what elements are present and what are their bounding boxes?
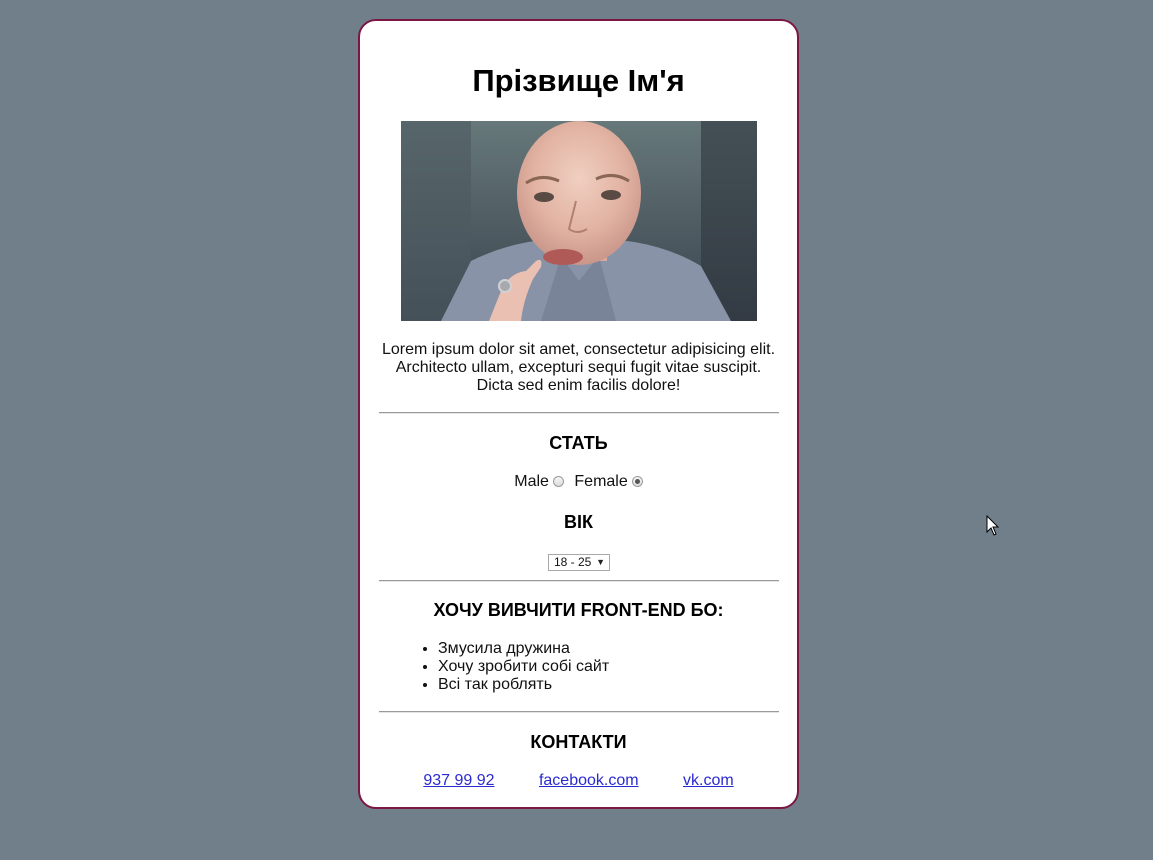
profile-card: Прізвище Ім'я Lorem ipsum dolor sit amet…: [358, 19, 799, 809]
reasons-heading: ХОЧУ ВИВЧИТИ FRONT-END БО:: [433, 600, 724, 620]
photo-image: [401, 121, 757, 321]
reasons-list: Змусила дружина Хочу зробити собі сайт В…: [420, 640, 609, 694]
gender-options: Male Female: [360, 472, 797, 492]
age-select-value: 18 - 25: [554, 555, 592, 569]
list-item: Змусила дружина: [438, 640, 609, 658]
list-item: Хочу зробити собі сайт: [438, 658, 609, 676]
facebook-link[interactable]: facebook.com: [539, 772, 639, 789]
gender-option-label: Male: [514, 473, 549, 490]
description-text: Lorem ipsum dolor sit amet, consectetur …: [381, 341, 776, 394]
contacts-links: 937 99 92 facebook.com vk.com: [360, 771, 797, 791]
gender-heading: СТАТЬ: [549, 433, 608, 453]
phone-link[interactable]: 937 99 92: [423, 772, 494, 789]
vk-link[interactable]: vk.com: [683, 772, 734, 789]
divider: [379, 412, 779, 414]
gender-option-label: Female: [574, 473, 628, 490]
profile-photo: [401, 121, 757, 321]
gender-option-male[interactable]: Male: [514, 472, 564, 492]
male-radio[interactable]: [552, 475, 564, 487]
contacts-heading: КОНТАКТИ: [530, 732, 627, 752]
age-heading: ВІК: [564, 512, 593, 532]
gender-option-female[interactable]: Female: [574, 472, 643, 492]
female-radio[interactable]: [631, 475, 643, 487]
divider: [379, 711, 779, 713]
page-title: Прізвище Ім'я: [472, 63, 685, 98]
list-item: Всі так роблять: [438, 676, 609, 694]
chevron-down-icon: ▼: [596, 557, 605, 567]
mouse-cursor-icon: [986, 515, 1000, 536]
divider: [379, 580, 779, 582]
age-select[interactable]: 18 - 25 ▼: [548, 554, 610, 571]
